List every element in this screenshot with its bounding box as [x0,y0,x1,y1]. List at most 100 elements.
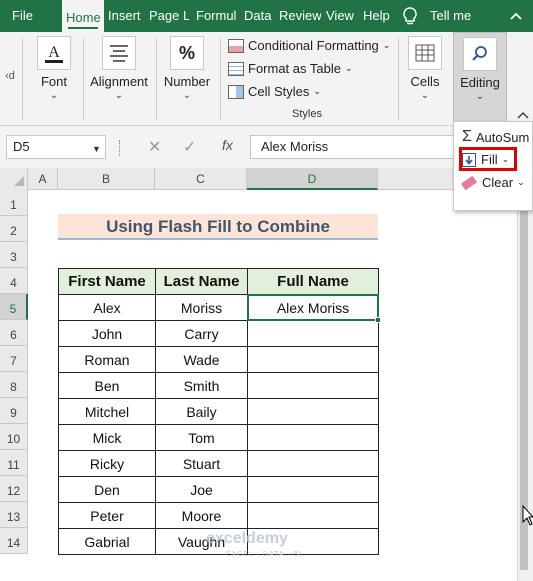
table-icon [228,61,244,76]
table-cell[interactable]: Ricky [58,450,156,477]
sigma-icon: Σ [462,128,472,145]
tab-insert[interactable]: Insert [104,0,144,32]
number-button[interactable]: % Number ⌄ [160,36,214,101]
row-header-14[interactable]: 14 [0,528,28,554]
column-header-b[interactable]: B [58,168,155,190]
row-header-13[interactable]: 13 [0,502,28,528]
chevron-down-icon[interactable]: ▼ [92,144,101,154]
table-cell[interactable] [247,424,379,451]
table-cell[interactable]: Joe [155,476,248,503]
row-header-4[interactable]: 4 [0,268,28,294]
ribbon-prev-group[interactable]: ‹d [3,70,17,82]
table-cell[interactable]: Ben [58,372,156,399]
conditional-formatting-button[interactable]: Conditional Formatting ⌄ [228,38,390,53]
chevron-down-icon: ⌄ [382,40,391,50]
formula-bar-separator [119,140,121,156]
clear-menu-item[interactable]: Clear ⌄ [460,175,525,190]
table-header-cell[interactable]: First Name [58,268,156,295]
table-header-cell[interactable]: Last Name [155,268,248,295]
table-cell[interactable]: Alex [58,294,156,321]
row-header-10[interactable]: 10 [0,424,28,450]
column-header-d[interactable]: D [247,168,378,190]
alignment-icon [102,36,136,70]
table-cell[interactable]: John [58,320,156,347]
sheet-title[interactable]: Using Flash Fill to Combine [58,214,378,240]
table-cell[interactable] [247,398,379,425]
chevron-up-icon[interactable] [506,6,526,26]
table-cell[interactable]: Smith [155,372,248,399]
table-cell[interactable]: Moriss [155,294,248,321]
row-header-9[interactable]: 9 [0,398,28,424]
autosum-menu-item[interactable]: Σ AutoSum [462,128,529,146]
tab-file[interactable]: File [8,0,50,32]
format-as-table-button[interactable]: Format as Table ⌄ [228,61,353,76]
row-header-2[interactable]: 2 [0,216,28,242]
table-cell[interactable]: Roman [58,346,156,373]
table-cell[interactable]: Mitchel [58,398,156,425]
table-cell[interactable]: Carry [155,320,248,347]
row-header-8[interactable]: 8 [0,372,28,398]
cell-styles-button[interactable]: Cell Styles ⌄ [228,84,321,99]
table-cell[interactable] [247,476,379,503]
collapse-ribbon-icon[interactable] [516,110,530,120]
table-cell[interactable]: Moore [155,502,248,529]
tab-home[interactable]: Home [62,0,104,32]
table-cell[interactable]: Baily [155,398,248,425]
row-header-5[interactable]: 5 [0,294,28,320]
row-header-11[interactable]: 11 [0,450,28,476]
alignment-button[interactable]: Alignment ⌄ [88,36,150,101]
watermark-tagline: EXCEL · DATA · BI [226,551,302,558]
table-cell[interactable]: Tom [155,424,248,451]
table-cell[interactable] [247,502,379,529]
cancel-icon[interactable]: ✕ [148,137,161,157]
styles-group-label: Styles [292,108,322,120]
tab-label: View [326,8,354,23]
ribbon-separator [220,38,221,120]
table-cell[interactable]: Peter [58,502,156,529]
mouse-cursor-icon [522,505,533,526]
table-cell[interactable]: Mick [58,424,156,451]
table-cell[interactable]: Den [58,476,156,503]
name-box[interactable]: D5 [6,135,106,159]
tab-help[interactable]: Help [359,0,395,32]
table-cell[interactable] [247,450,379,477]
tab-formul[interactable]: Formul [192,0,236,32]
chevron-down-icon: ⌄ [49,90,59,101]
column-header-c[interactable]: C [155,168,247,190]
table-cell[interactable]: Gabrial [58,528,156,555]
check-icon[interactable]: ✓ [183,137,196,157]
row-header-3[interactable]: 3 [0,242,28,268]
font-button[interactable]: A Font ⌄ [30,36,78,101]
fill-highlight-box [459,147,517,171]
tell-me-search[interactable]: Tell me [430,0,471,32]
tab-data[interactable]: Data [240,0,276,32]
watermark-logo: exceldemy [206,530,288,547]
editing-button[interactable]: Editing ⌄ [453,32,507,126]
table-cell[interactable]: Stuart [155,450,248,477]
column-header-a[interactable]: A [28,168,58,190]
table-cell[interactable] [247,372,379,399]
row-header-7[interactable]: 7 [0,346,28,372]
table-cell[interactable] [247,346,379,373]
lightbulb-icon[interactable] [399,5,421,27]
row-header-12[interactable]: 12 [0,476,28,502]
table-cell[interactable] [247,320,379,347]
row-header-6[interactable]: 6 [0,320,28,346]
fill-handle[interactable] [375,317,381,323]
ribbon-separator [156,38,157,120]
chevron-down-icon: ⌄ [182,90,192,101]
tab-label: File [12,8,33,23]
table-header-cell[interactable]: Full Name [247,268,379,295]
insert-function-icon[interactable]: fx [222,137,233,153]
tab-review[interactable]: Review [275,0,321,32]
formula-input[interactable]: Alex Moriss [250,135,460,159]
tab-page-la[interactable]: Page La [145,0,189,32]
row-header-1[interactable]: 1 [0,190,28,216]
table-cell[interactable]: Wade [155,346,248,373]
eraser-icon [460,175,478,190]
chevron-down-icon: ⌄ [517,177,525,187]
editing-button-content: Editing ⌄ [454,37,506,102]
magnifier-icon [463,37,497,71]
tab-view[interactable]: View [322,0,358,32]
cells-button[interactable]: Cells ⌄ [402,36,448,101]
